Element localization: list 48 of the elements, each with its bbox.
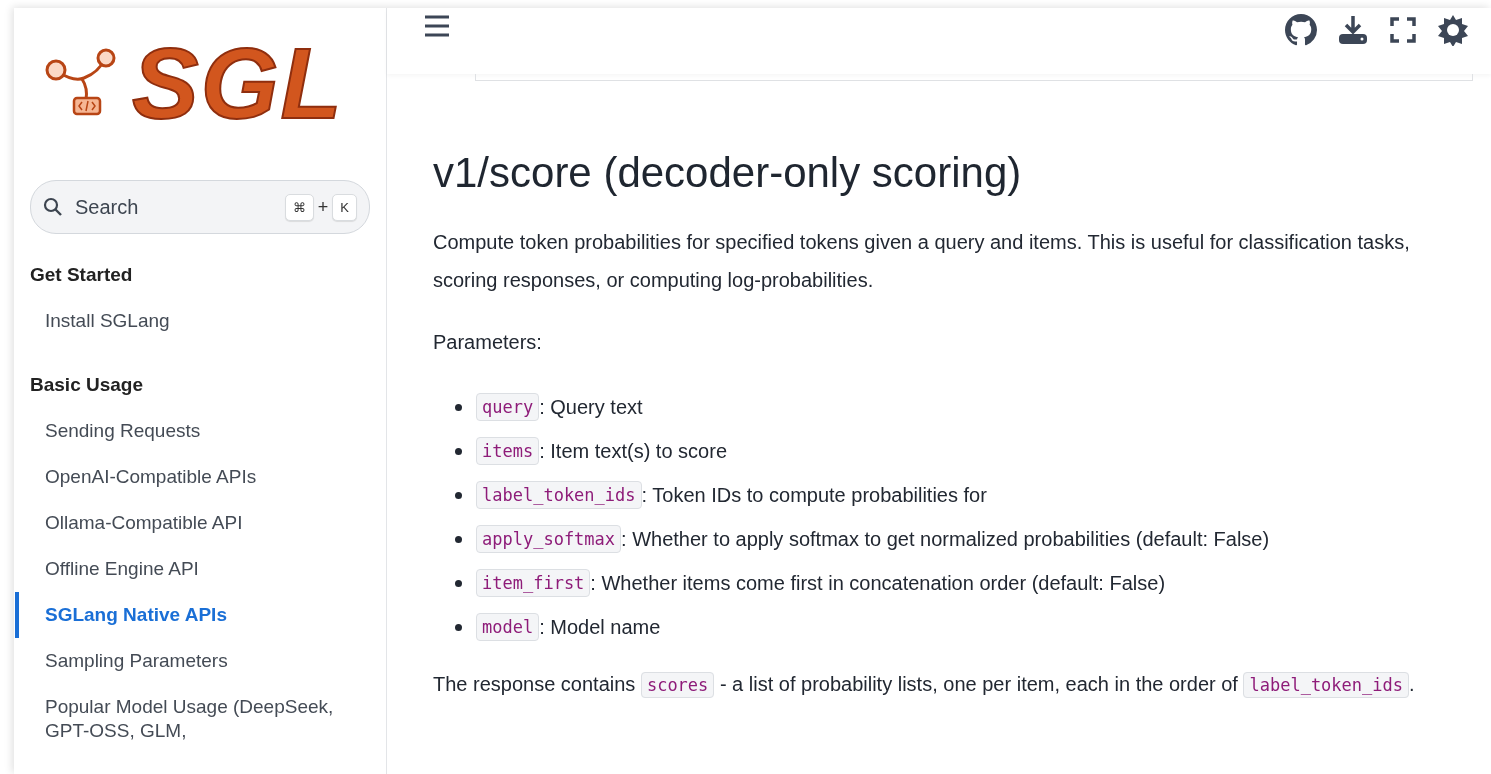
list-item-text: : Model name: [539, 615, 661, 640]
keyboard-key: K: [332, 193, 357, 221]
inline-code: model: [476, 612, 540, 642]
inline-code: item_first: [476, 568, 591, 598]
inline-code: query: [476, 392, 540, 422]
bullet-icon: [455, 535, 462, 543]
search-field[interactable]: Search ⌘ + K: [30, 180, 370, 234]
nav-link[interactable]: Offline Engine API: [15, 546, 370, 592]
bullet-icon: [455, 491, 462, 499]
fullscreen-icon[interactable]: [1389, 16, 1417, 44]
inline-code: scores: [640, 672, 715, 698]
inline-code: label_token_ids: [1243, 672, 1409, 698]
nav-link[interactable]: Sampling Parameters: [15, 638, 370, 684]
list-item-text: : Query text: [539, 395, 643, 420]
inline-code: apply_softmax: [476, 524, 622, 554]
settings-icon[interactable]: [1437, 14, 1469, 46]
bullet-icon: [455, 447, 462, 455]
inline-code: label_token_ids: [476, 480, 642, 510]
download-icon[interactable]: [1337, 14, 1369, 46]
list-item-text: : Item text(s) to score: [539, 439, 727, 464]
bullet-icon: [455, 403, 462, 411]
page-heading: v1/score (decoder-only scoring): [433, 149, 1023, 197]
nav-link[interactable]: SGLang Native APIs: [15, 592, 370, 638]
paragraph-text: The response contains: [433, 673, 637, 695]
logo-text: SGL: [132, 33, 344, 133]
bullet-icon: [455, 579, 462, 587]
nav-link[interactable]: Popular Model Usage (DeepSeek, GPT-OSS, GLM,: [15, 684, 370, 754]
nav-link[interactable]: OpenAI-Compatible APIs: [15, 454, 370, 500]
paragraph-text: .: [1409, 673, 1415, 695]
section-title: Basic Usage: [30, 374, 144, 396]
paragraph-text: - a list of probability lists, one per item, each in the order of: [718, 673, 1239, 695]
keyboard-key: ⌘: [284, 193, 314, 221]
search-icon: [43, 197, 63, 217]
bullet-icon: [455, 623, 462, 631]
paragraph: Compute token probabilities for specified tokens given a query and items. This is useful for classification tasks, scoring responses, or computing log-probabilities.: [433, 230, 1411, 293]
list-item-text: : Token IDs to compute probabilities for: [641, 483, 987, 508]
nav-link[interactable]: Sending Requests: [15, 408, 370, 454]
nav-link[interactable]: Ollama-Compatible API: [15, 500, 370, 546]
inline-code: items: [476, 436, 540, 466]
section-title: Get Started: [30, 264, 134, 286]
nav-link[interactable]: Install SGLang: [15, 298, 370, 344]
list-item-text: : Whether items come first in concatenation order (default: False): [590, 571, 1166, 596]
plus-sign: +: [317, 196, 329, 218]
list-item-text: : Whether to apply softmax to get normalized probabilities (default: False): [621, 527, 1270, 552]
github-icon[interactable]: [1285, 14, 1317, 46]
paragraph: Parameters:: [433, 330, 543, 355]
search-input[interactable]: Search: [73, 194, 275, 220]
menu-icon[interactable]: [423, 14, 451, 38]
